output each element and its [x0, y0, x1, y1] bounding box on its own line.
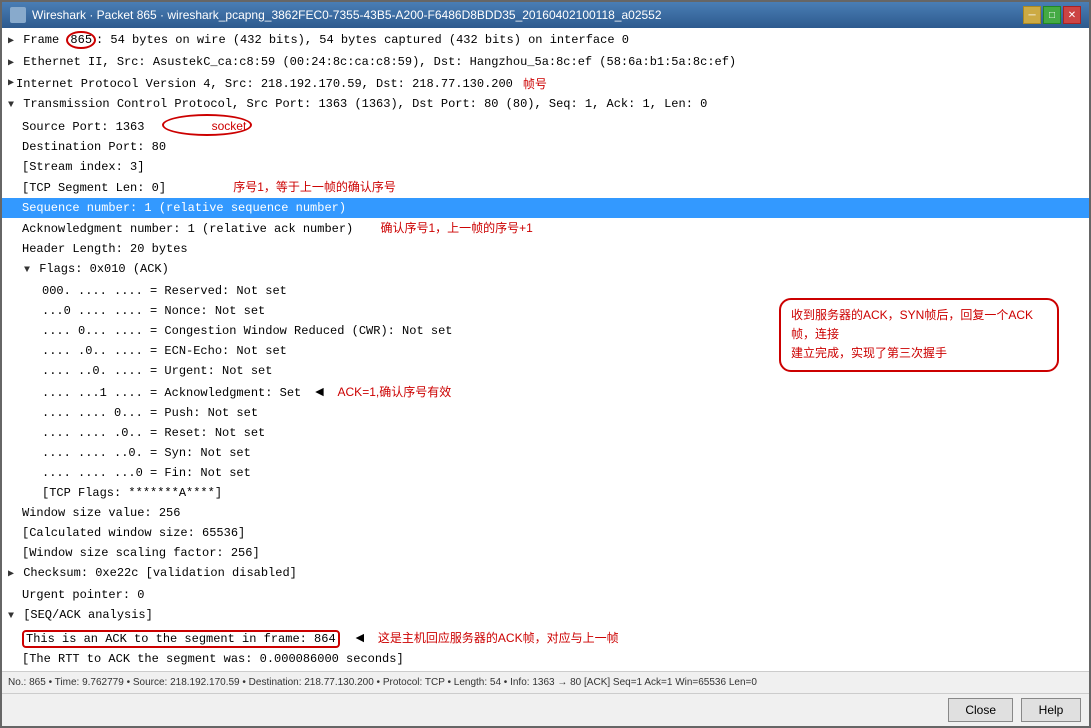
ack-arrow-icon: ◄ [312, 383, 326, 399]
syn-text: .... .... ..0. = Syn: Not set [42, 446, 251, 460]
stream-idx-line[interactable]: [Stream index: 3] [2, 157, 1089, 177]
bottom-buttons: Close Help [2, 693, 1089, 726]
frame-line-text: Frame 865: 54 bytes on wire (432 bits), … [23, 31, 629, 49]
ethernet-line-text: Ethernet II, Src: AsustekC_ca:c8:59 (00:… [23, 55, 736, 69]
seq-num-line[interactable]: Sequence number: 1 (relative sequence nu… [2, 198, 1089, 218]
close-button[interactable]: Close [948, 698, 1013, 722]
ethernet-line[interactable]: ▶ Ethernet II, Src: AsustekC_ca:c8:59 (0… [2, 52, 1089, 74]
frame-annotation: 帧号 [523, 75, 547, 93]
ack-to-line[interactable]: This is an ACK to the segment in frame: … [2, 627, 1089, 649]
src-port-line[interactable]: Source Port: 1363 socket [2, 116, 1089, 137]
rtt-line[interactable]: [The RTT to ACK the segment was: 0.00008… [2, 649, 1089, 669]
tcp-flags-str-line[interactable]: [TCP Flags: *******A****] [2, 483, 1089, 503]
maximize-button[interactable]: □ [1043, 6, 1061, 24]
tcp-collapse-icon[interactable]: ▼ [6, 97, 16, 115]
rtt-text: [The RTT to ACK the segment was: 0.00008… [22, 652, 404, 666]
window-size-line[interactable]: Window size value: 256 [2, 503, 1089, 523]
frame-line[interactable]: ▶ Frame 865: 54 bytes on wire (432 bits)… [2, 30, 1089, 52]
socket-annotation: socket [212, 119, 247, 133]
fin-text: .... .... ...0 = Fin: Not set [42, 466, 251, 480]
flags-line[interactable]: ▼ Flags: 0x010 (ACK) [2, 259, 1089, 281]
ecn-line[interactable]: .... .0.. .... = ECN-Echo: Not set [2, 341, 1089, 361]
tcp-line-text: Transmission Control Protocol, Src Port:… [23, 97, 707, 111]
tcp-seg-len-text: [TCP Segment Len: 0] [22, 181, 166, 195]
checksum-text: Checksum: 0xe22c [validation disabled] [23, 566, 297, 580]
title-bar: Wireshark · Packet 865 · wireshark_pcapn… [2, 2, 1089, 28]
urgent-ptr-line[interactable]: Urgent pointer: 0 [2, 585, 1089, 605]
reserved-line[interactable]: 000. .... .... = Reserved: Not set [2, 281, 1089, 301]
header-len-line[interactable]: Header Length: 20 bytes [2, 239, 1089, 259]
packet-detail[interactable]: ▶ Frame 865: 54 bytes on wire (432 bits)… [2, 28, 1089, 671]
ipv4-line[interactable]: ▶ Internet Protocol Version 4, Src: 218.… [2, 74, 1089, 94]
seq-ack-text: [SEQ/ACK analysis] [23, 608, 153, 622]
seq-num-text: Sequence number: 1 (relative sequence nu… [22, 201, 346, 215]
window-size-text: Window size value: 256 [22, 506, 180, 520]
push-text: .... .... 0... = Push: Not set [42, 406, 258, 420]
ack-to-arrow-icon: ◄ [353, 629, 367, 645]
status-bar: No.: 865 • Time: 9.762779 • Source: 218.… [2, 671, 1089, 693]
dst-port-text: Destination Port: 80 [22, 140, 166, 154]
content-area: ▶ Frame 865: 54 bytes on wire (432 bits)… [2, 28, 1089, 726]
status-text: No.: 865 • Time: 9.762779 • Source: 218.… [8, 677, 757, 688]
push-line[interactable]: .... .... 0... = Push: Not set [2, 403, 1089, 423]
urgent-text: .... ..0. .... = Urgent: Not set [42, 364, 272, 378]
urgent-line[interactable]: .... ..0. .... = Urgent: Not set [2, 361, 1089, 381]
reset-line[interactable]: .... .... .0.. = Reset: Not set [2, 423, 1089, 443]
reserved-text: 000. .... .... = Reserved: Not set [42, 284, 287, 298]
checksum-collapse-icon[interactable]: ▶ [6, 566, 16, 584]
tcp-seg-len-line[interactable]: [TCP Segment Len: 0] 序号1，等于上一帧的确认序号 [2, 177, 1089, 198]
ack-num-text: Acknowledgment number: 1 (relative ack n… [22, 222, 353, 236]
window-scale-line[interactable]: [Window size scaling factor: 256] [2, 543, 1089, 563]
detail-section: ▶ Frame 865: 54 bytes on wire (432 bits)… [2, 28, 1089, 671]
nonce-line[interactable]: ...0 .... .... = Nonce: Not set [2, 301, 1089, 321]
tcp-flags-str-text: [TCP Flags: *******A****] [42, 486, 222, 500]
flags-text: Flags: 0x010 (ACK) [39, 262, 169, 276]
seq-ack-line[interactable]: ▼ [SEQ/ACK analysis] [2, 605, 1089, 627]
cwr-line[interactable]: .... 0... .... = Congestion Window Reduc… [2, 321, 1089, 341]
fin-line[interactable]: .... .... ...0 = Fin: Not set [2, 463, 1089, 483]
help-button[interactable]: Help [1021, 698, 1081, 722]
cwr-text: .... 0... .... = Congestion Window Reduc… [42, 324, 452, 338]
ipv4-line-text: Internet Protocol Version 4, Src: 218.19… [16, 75, 513, 93]
dst-port-line[interactable]: Destination Port: 80 [2, 137, 1089, 157]
window-title: Wireshark · Packet 865 · wireshark_pcapn… [32, 8, 662, 22]
header-len-text: Header Length: 20 bytes [22, 242, 188, 256]
ack-annotation: 确认序号1，上一帧的序号+1 [380, 221, 532, 235]
frame-collapse-icon[interactable]: ▶ [6, 33, 16, 51]
calc-window-line[interactable]: [Calculated window size: 65536] [2, 523, 1089, 543]
stream-idx-text: [Stream index: 3] [22, 160, 144, 174]
syn-line[interactable]: .... .... ..0. = Syn: Not set [2, 443, 1089, 463]
reset-text: .... .... .0.. = Reset: Not set [42, 426, 265, 440]
ack-to-text: This is an ACK to the segment in frame: … [22, 630, 340, 648]
seq-ack-collapse-icon[interactable]: ▼ [6, 608, 16, 626]
ack-valid-annotation: ACK=1,确认序号有效 [338, 385, 452, 399]
ecn-text: .... .0.. .... = ECN-Echo: Not set [42, 344, 287, 358]
main-window: Wireshark · Packet 865 · wireshark_pcapn… [0, 0, 1091, 728]
app-icon [10, 7, 26, 23]
ack-flag-line[interactable]: .... ...1 .... = Acknowledgment: Set ◄ A… [2, 381, 1089, 403]
urgent-ptr-text: Urgent pointer: 0 [22, 588, 144, 602]
title-buttons: ─ □ ✕ [1023, 6, 1081, 24]
calc-window-text: [Calculated window size: 65536] [22, 526, 245, 540]
window-scale-text: [Window size scaling factor: 256] [22, 546, 260, 560]
minimize-button[interactable]: ─ [1023, 6, 1041, 24]
ack-reply-annotation: 这是主机回应服务器的ACK帧，对应与上一帧 [378, 631, 619, 645]
ethernet-collapse-icon[interactable]: ▶ [6, 55, 16, 73]
close-window-button[interactable]: ✕ [1063, 6, 1081, 24]
ack-num-line[interactable]: Acknowledgment number: 1 (relative ack n… [2, 218, 1089, 239]
checksum-line[interactable]: ▶ Checksum: 0xe22c [validation disabled] [2, 563, 1089, 585]
title-bar-left: Wireshark · Packet 865 · wireshark_pcapn… [10, 7, 662, 23]
ipv4-collapse-icon[interactable]: ▶ [6, 75, 16, 93]
ack-flag-text: .... ...1 .... = Acknowledgment: Set [42, 386, 301, 400]
seq-annotation: 序号1，等于上一帧的确认序号 [233, 180, 396, 194]
nonce-text: ...0 .... .... = Nonce: Not set [42, 304, 265, 318]
flags-collapse-icon[interactable]: ▼ [22, 262, 32, 280]
src-port-text: Source Port: 1363 [22, 120, 144, 134]
tcp-line[interactable]: ▼ Transmission Control Protocol, Src Por… [2, 94, 1089, 116]
